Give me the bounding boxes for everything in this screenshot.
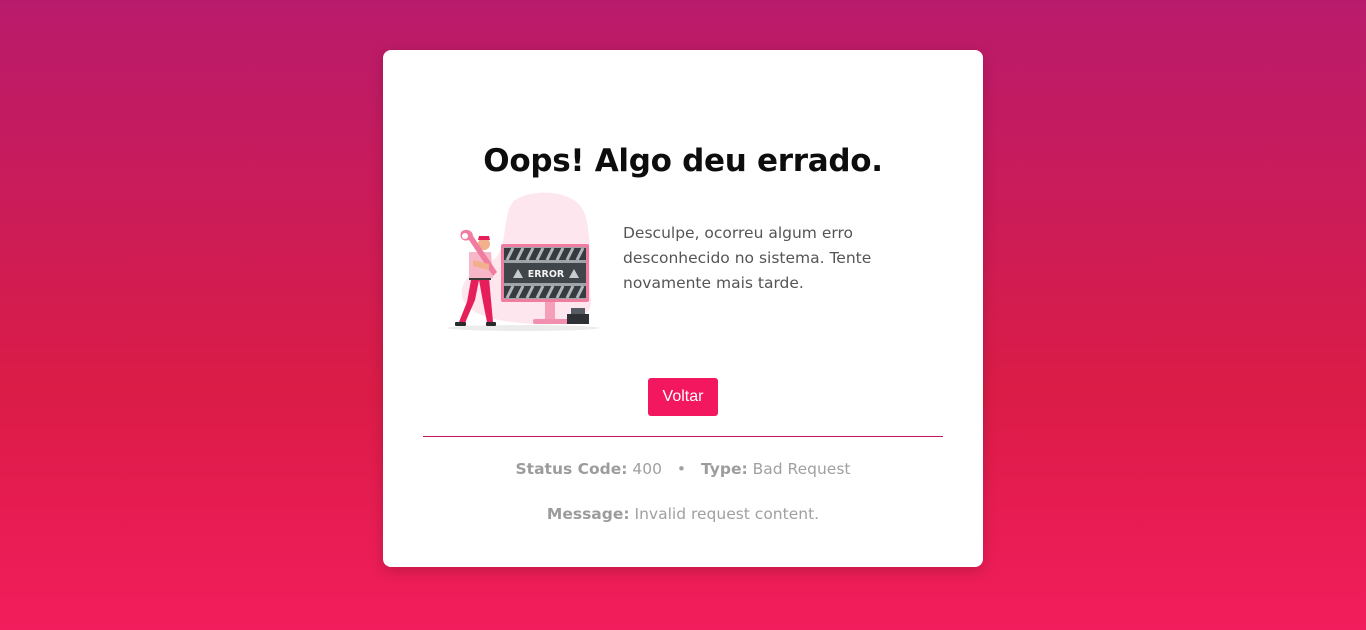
message-label: Message: bbox=[546, 505, 630, 523]
type-value: Bad Request bbox=[752, 460, 851, 478]
page-title: Oops! Algo deu errado. bbox=[483, 143, 883, 179]
error-description: Desculpe, ocorreu algum erro desconhecid… bbox=[623, 224, 872, 292]
back-button[interactable]: Voltar bbox=[648, 378, 718, 416]
error-card: Oops! Algo deu errado. ERROR Desculpe, o… bbox=[383, 50, 983, 567]
status-code-label: Status Code: bbox=[515, 460, 628, 478]
status-info: Status Code: 400 • Type: Bad Request bbox=[383, 460, 983, 478]
status-code-value: 400 bbox=[632, 460, 662, 478]
type-label: Type: bbox=[701, 460, 748, 478]
message-value: Invalid request content. bbox=[634, 505, 820, 523]
error-maintenance-illustration: ERROR bbox=[447, 192, 599, 331]
error-screen-text: ERROR bbox=[528, 269, 565, 280]
message-info: Message: Invalid request content. bbox=[383, 505, 983, 523]
divider bbox=[423, 436, 943, 437]
info-separator: • bbox=[676, 460, 687, 478]
